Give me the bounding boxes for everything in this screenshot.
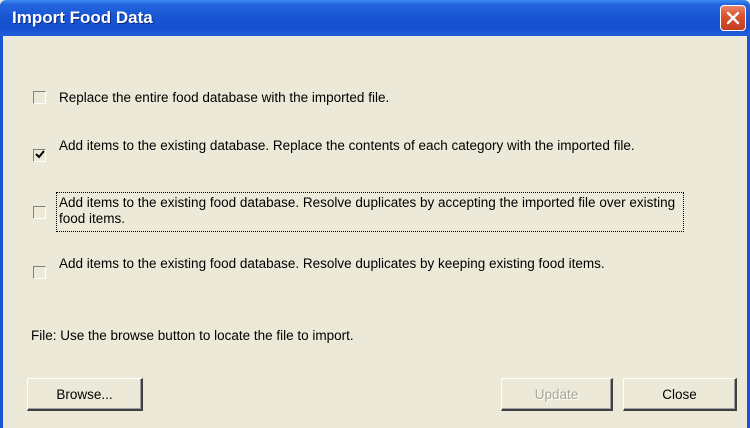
option-4-label: Add items to the existing food database.… <box>59 256 605 271</box>
update-button[interactable]: Update <box>501 378 613 411</box>
option-accept-imported-duplicates[interactable]: Add items to the existing food database.… <box>3 192 747 232</box>
window-title: Import Food Data <box>12 8 153 27</box>
option-1-label: Replace the entire food database with th… <box>59 90 390 105</box>
option-2-checkbox[interactable] <box>33 149 46 162</box>
option-keep-existing-duplicates[interactable]: Add items to the existing food database.… <box>3 256 747 292</box>
dialog-body: Replace the entire food database with th… <box>3 36 747 428</box>
option-replace-category-contents[interactable]: Add items to the existing database. Repl… <box>3 138 747 174</box>
option-1-checkbox[interactable] <box>33 91 46 104</box>
import-food-data-dialog: Import Food Data Replace the entire food… <box>0 0 750 428</box>
option-replace-entire-database[interactable]: Replace the entire food database with th… <box>3 88 747 108</box>
title-bar[interactable]: Import Food Data <box>0 0 750 36</box>
close-x-icon <box>726 11 740 25</box>
option-3-checkbox[interactable] <box>33 206 46 219</box>
option-4-checkbox[interactable] <box>33 266 46 279</box>
close-button[interactable]: Close <box>623 378 737 411</box>
checkmark-icon <box>35 150 45 159</box>
option-2-label: Add items to the existing database. Repl… <box>59 138 635 153</box>
close-window-button[interactable] <box>720 5 746 31</box>
file-status-label: File: Use the browse button to locate th… <box>31 328 354 343</box>
option-3-label: Add items to the existing food database.… <box>59 195 676 226</box>
browse-button[interactable]: Browse... <box>27 378 143 411</box>
